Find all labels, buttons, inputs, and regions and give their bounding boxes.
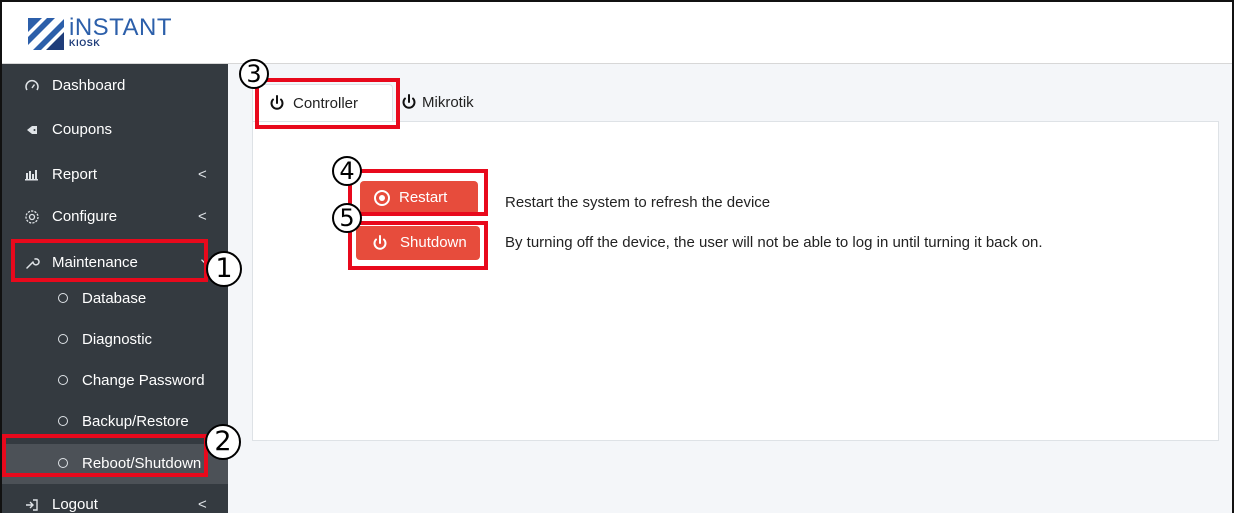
logout-icon	[24, 497, 40, 513]
annotation-marker-3: 3	[239, 59, 269, 89]
sidebar-item-configure[interactable]: Configure <	[2, 197, 228, 237]
bar-chart-icon	[24, 167, 40, 183]
sidebar-item-report[interactable]: Report <	[2, 155, 228, 195]
highlight-box-restart	[348, 169, 488, 216]
circle-icon	[58, 293, 68, 303]
gear-icon	[24, 209, 40, 225]
highlight-box-maintenance	[11, 239, 208, 282]
circle-icon	[58, 416, 68, 426]
brand-subtitle: KIOSK	[69, 38, 101, 48]
chevron-left-icon: <	[198, 208, 207, 225]
sidebar-subitem-change-password[interactable]: Change Password	[2, 361, 228, 401]
sidebar-subitem-label: Backup/Restore	[82, 413, 189, 430]
power-icon	[402, 94, 416, 109]
highlight-box-shutdown	[348, 221, 488, 270]
sidebar-item-coupons[interactable]: Coupons	[2, 110, 228, 150]
sidebar-item-label: Configure	[52, 208, 118, 225]
sidebar-item-label: Logout	[52, 496, 98, 513]
annotation-marker-4: 4	[332, 156, 362, 186]
restart-description: Restart the system to refresh the device	[505, 194, 771, 211]
annotation-marker-5: 5	[332, 203, 362, 233]
tag-icon	[24, 122, 40, 138]
sidebar-item-logout[interactable]: Logout <	[2, 485, 228, 513]
brand-logo[interactable]: iNSTANT KIOSK	[28, 16, 172, 52]
speedometer-icon	[24, 78, 40, 94]
sidebar-subitem-label: Database	[82, 290, 147, 307]
chevron-left-icon: <	[198, 166, 207, 183]
sidebar-subitem-label: Diagnostic	[82, 331, 153, 348]
annotation-marker-2: 2	[205, 424, 241, 460]
brand-name: iNSTANT	[69, 14, 173, 41]
highlight-box-reboot-shutdown	[2, 434, 208, 477]
circle-icon	[58, 375, 68, 385]
tab-mikrotik[interactable]: Mikrotik	[398, 84, 498, 122]
circle-icon	[58, 334, 68, 344]
top-bar: iNSTANT KIOSK	[2, 2, 1232, 64]
shutdown-description: By turning off the device, the user will…	[505, 234, 1043, 251]
sidebar-item-label: Dashboard	[52, 77, 126, 94]
sidebar-subitem-diagnostic[interactable]: Diagnostic	[2, 320, 228, 360]
sidebar-subitem-database[interactable]: Database	[2, 279, 228, 319]
sidebar-item-label: Coupons	[52, 121, 113, 138]
sidebar-item-dashboard[interactable]: Dashboard	[2, 66, 228, 106]
sidebar-subitem-label: Change Password	[82, 372, 205, 389]
annotation-marker-1: 1	[206, 251, 242, 287]
chevron-left-icon: <	[198, 496, 207, 513]
sidebar-item-label: Report	[52, 166, 98, 183]
logo-mark-icon	[28, 18, 64, 50]
tab-label: Mikrotik	[422, 94, 474, 111]
highlight-box-controller-tab	[255, 78, 400, 129]
